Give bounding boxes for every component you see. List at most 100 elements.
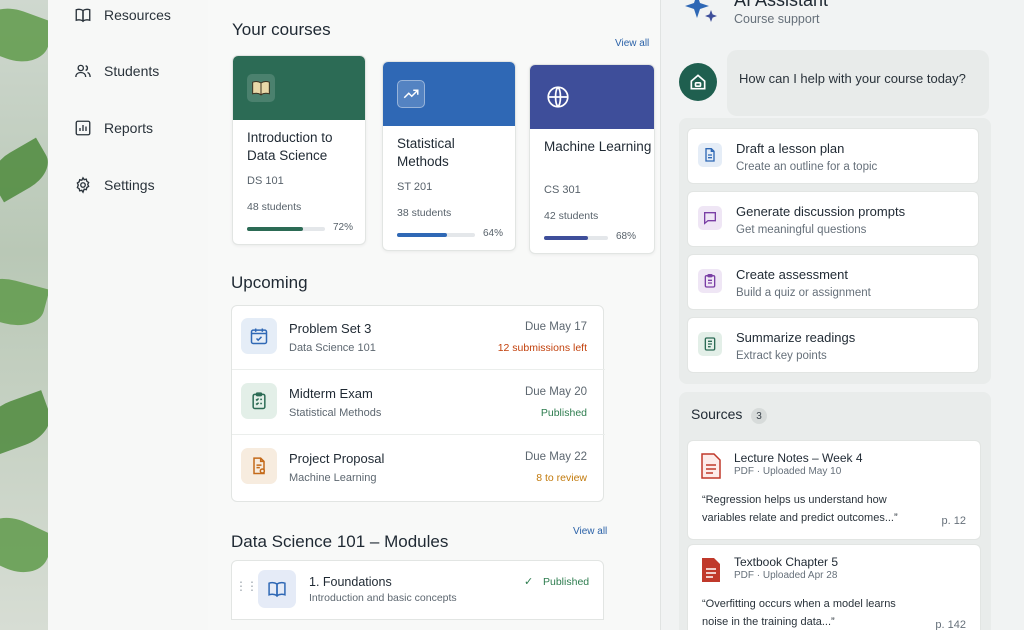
sidebar-item-label: Students	[104, 63, 160, 79]
assistant-subtitle: Course support	[734, 12, 820, 26]
module-title: 1. Foundations	[309, 575, 392, 589]
sidebar-item-label: Reports	[104, 120, 154, 136]
notes-icon	[698, 332, 722, 356]
course-students: 42 students	[544, 210, 599, 222]
upcoming-course: Machine Learning	[289, 472, 377, 484]
course-title: Machine Learning	[544, 139, 652, 154]
bar-chart-icon	[75, 120, 91, 136]
book-icon	[75, 8, 91, 23]
course-progress-fill	[397, 233, 447, 237]
view-all-modules-link[interactable]: View all	[573, 526, 607, 537]
action-draft-lesson-plan[interactable]: Draft a lesson plan Create an outline fo…	[687, 128, 979, 184]
sources-panel: Sources 3 Lecture Notes – Week 4 PDF · U…	[679, 392, 991, 630]
assistant-greeting: How can I help with your course today?	[727, 50, 989, 116]
source-meta: PDF · Uploaded May 10	[734, 466, 842, 477]
module-row[interactable]: ⋮⋮ 1. Foundations Introduction and basic…	[231, 560, 604, 620]
document-edit-icon	[241, 448, 277, 484]
course-students: 38 students	[397, 207, 452, 219]
check-circle-icon: ✓	[524, 576, 534, 588]
upcoming-course: Statistical Methods	[289, 407, 382, 419]
upcoming-course: Data Science 101	[289, 342, 376, 354]
course-code: ST 201	[397, 181, 433, 193]
action-summarize-readings[interactable]: Summarize readings Extract key points	[687, 317, 979, 373]
sparkle-icon	[685, 0, 717, 22]
module-book-icon	[258, 570, 296, 608]
clipboard-list-icon	[698, 269, 722, 293]
source-card[interactable]: Lecture Notes – Week 4 PDF · Uploaded Ma…	[687, 440, 981, 540]
course-card-header	[530, 65, 654, 129]
course-progress-fill	[544, 236, 588, 240]
source-quote: “Regression helps us understand how vari…	[702, 494, 898, 524]
course-progress-fill	[247, 227, 304, 231]
upcoming-item[interactable]: Midterm Exam Statistical Methods Due May…	[232, 371, 605, 435]
sidebar-item-label: Settings	[104, 177, 155, 193]
source-meta: PDF · Uploaded Apr 28	[734, 570, 838, 581]
trend-chart-icon	[397, 80, 425, 108]
upcoming-status: 8 to review	[536, 472, 587, 484]
sidebar-item-students[interactable]: Students	[74, 62, 159, 80]
course-card[interactable]: Statistical Methods ST 201 38 students 6…	[382, 61, 516, 251]
sidebar-item-settings[interactable]: Settings	[74, 176, 155, 194]
drag-handle-icon[interactable]: ⋮⋮	[235, 580, 258, 592]
pdf-icon	[702, 558, 720, 582]
course-card-header	[383, 62, 515, 126]
upcoming-due: Due May 17	[524, 321, 587, 333]
action-description: Extract key points	[736, 350, 827, 362]
course-card-header	[233, 56, 365, 120]
upcoming-status: Published	[540, 407, 587, 419]
chat-icon	[698, 206, 722, 230]
sidebar-item-reports[interactable]: Reports	[74, 119, 153, 137]
app-window: Resources Students Reports Settings Your…	[48, 0, 1024, 630]
course-progress-label: 68%	[616, 231, 637, 242]
quick-actions: Draft a lesson plan Create an outline fo…	[679, 118, 991, 384]
upcoming-title: Midterm Exam	[289, 386, 373, 401]
upcoming-title: Project Proposal	[289, 451, 385, 466]
course-card[interactable]: Machine Learning CS 301 42 students 68%	[529, 64, 655, 254]
sources-count-badge: 3	[751, 408, 767, 424]
action-create-assessment[interactable]: Create assessment Build a quiz or assign…	[687, 254, 979, 310]
clipboard-icon	[241, 383, 277, 419]
sidebar-item-label: Resources	[104, 7, 171, 23]
assistant-avatar	[679, 63, 717, 101]
course-code: CS 301	[544, 184, 581, 196]
action-description: Create an outline for a topic	[736, 161, 878, 173]
upcoming-status: 12 submissions left	[497, 342, 587, 354]
course-code: DS 101	[247, 175, 284, 187]
home-bot-icon	[690, 74, 706, 90]
view-all-courses-link[interactable]: View all	[615, 38, 649, 49]
course-title: Statistical Methods	[397, 136, 455, 169]
sidebar: Resources Students Reports Settings	[48, 0, 208, 630]
pdf-icon	[701, 453, 721, 479]
action-generate-discussion-prompts[interactable]: Generate discussion prompts Get meaningf…	[687, 191, 979, 247]
course-card[interactable]: Introduction to Data Science DS 101 48 s…	[232, 55, 366, 245]
upcoming-title: Problem Set 3	[289, 321, 372, 336]
course-progress-bar	[544, 236, 608, 240]
sources-title: Sources	[691, 406, 743, 422]
action-title: Summarize readings	[736, 330, 856, 345]
upcoming-due: Due May 20	[524, 386, 587, 398]
calendar-check-icon	[241, 318, 277, 354]
section-title-upcoming: Upcoming	[231, 273, 308, 292]
globe-icon	[544, 83, 572, 111]
upcoming-item[interactable]: Problem Set 3 Data Science 101 Due May 1…	[232, 306, 605, 370]
course-title: Introduction to Data Science	[247, 130, 333, 163]
section-title-courses: Your courses	[232, 20, 331, 39]
section-title-modules: Data Science 101 – Modules	[231, 532, 449, 551]
sidebar-item-resources[interactable]: Resources	[74, 6, 171, 24]
module-status: Published	[543, 576, 590, 588]
upcoming-item[interactable]: Project Proposal Machine Learning Due Ma…	[232, 436, 605, 500]
module-description: Introduction and basic concepts	[309, 592, 457, 604]
action-description: Build a quiz or assignment	[736, 287, 871, 299]
source-name: Lecture Notes – Week 4	[734, 451, 863, 465]
source-card[interactable]: Textbook Chapter 5 PDF · Uploaded Apr 28…	[687, 544, 981, 630]
action-title: Draft a lesson plan	[736, 141, 845, 156]
assistant-panel: AI Assistant Course support How can I he…	[660, 0, 1024, 630]
document-icon	[698, 143, 722, 167]
main-content: Your courses View all Introduction to Da…	[208, 0, 660, 630]
course-progress-bar	[247, 227, 325, 231]
source-page: p. 142	[935, 619, 966, 630]
users-icon	[75, 64, 91, 78]
course-progress-label: 64%	[483, 228, 504, 239]
upcoming-list: Problem Set 3 Data Science 101 Due May 1…	[231, 305, 605, 502]
source-quote: “Overfitting occurs when a model learns …	[702, 598, 896, 628]
